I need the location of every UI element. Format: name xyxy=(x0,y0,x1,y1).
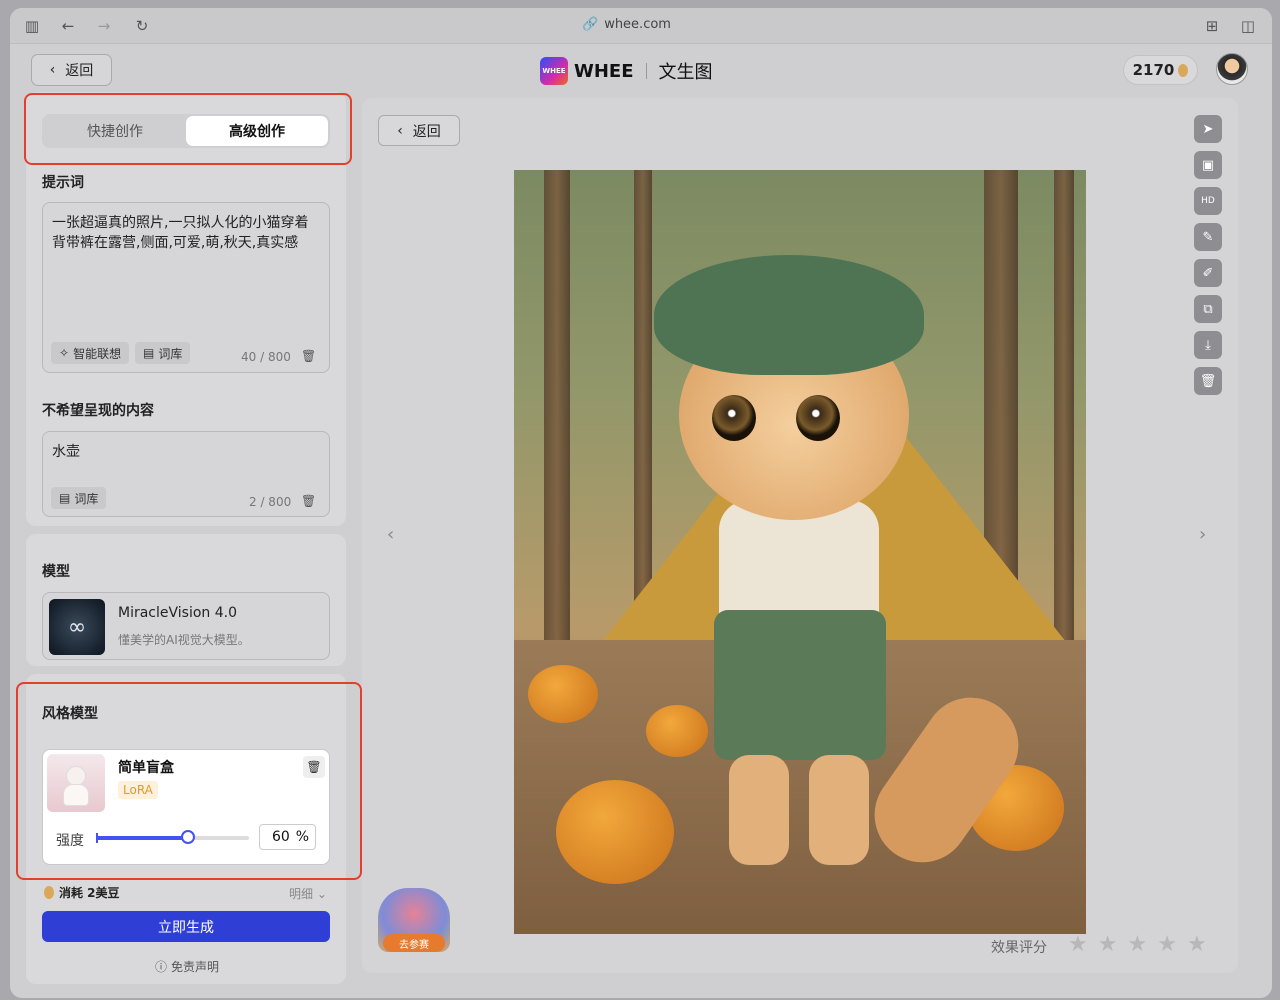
extension-icon[interactable]: ⊞ xyxy=(1202,16,1222,36)
url-bar[interactable]: 🔗 whee.com xyxy=(582,17,671,32)
hd-icon[interactable]: HD xyxy=(1194,187,1222,215)
negative-char-count: 2 / 800 xyxy=(249,495,292,509)
model-description: 懂美学的AI视觉大模型。 xyxy=(118,633,250,647)
cost-text: 消耗 2美豆 xyxy=(59,886,120,900)
lexicon-label: 词库 xyxy=(74,491,99,506)
star-icon[interactable]: ★ xyxy=(1098,934,1118,956)
disclaimer-label: 免责声明 xyxy=(171,960,220,974)
forward-arrow-icon[interactable]: → xyxy=(94,16,114,36)
negative-prompt-label: 不希望呈现的内容 xyxy=(42,403,154,419)
cost-detail-link[interactable]: 明细 ⌄ xyxy=(289,885,327,902)
star-icon[interactable]: ★ xyxy=(1157,934,1177,956)
image-to-image-icon[interactable]: ▣ xyxy=(1194,151,1222,179)
beans-balance[interactable]: 2170 xyxy=(1123,55,1198,85)
rating-stars: ★ ★ ★ ★ ★ xyxy=(1068,934,1207,956)
back-button[interactable]: ‹ 返回 xyxy=(31,54,112,86)
tree-trunk xyxy=(544,170,570,640)
negative-prompt-text: 水壶 xyxy=(52,444,80,460)
activity-badge[interactable]: 去参赛 xyxy=(383,934,445,952)
pumpkin xyxy=(556,780,674,884)
prev-image-icon[interactable]: ‹ xyxy=(387,524,394,545)
cat-leg xyxy=(729,755,789,865)
bean-icon xyxy=(1178,63,1189,77)
avatar[interactable] xyxy=(1216,53,1248,85)
prompt-text: 一张超逼真的照片,一只拟人化的小猫穿着背带裤在露营,侧面,可爱,萌,秋天,真实感 xyxy=(52,215,309,251)
book-icon: ▤ xyxy=(143,346,155,360)
cat-hat xyxy=(654,255,924,375)
negative-lexicon-button[interactable]: ▤ 词库 xyxy=(51,487,107,509)
trash-icon[interactable]: 🗑 xyxy=(301,349,316,363)
chevron-down-icon: ⌄ xyxy=(316,887,327,901)
image-tools: ➤ ▣ HD ✎ ✐ ⧉ ⤓ 🗑 xyxy=(1194,115,1222,403)
highlight-box-tabs xyxy=(24,93,352,165)
back-arrow-icon[interactable]: ← xyxy=(58,16,78,36)
back-button-label: 返回 xyxy=(65,63,94,79)
cat-leg xyxy=(809,755,869,865)
expand-icon[interactable]: ⧉ xyxy=(1194,295,1222,323)
app-header: ‹ 返回 WHEE WHEE 文生图 2170 xyxy=(10,44,1272,98)
star-icon[interactable]: ★ xyxy=(1127,934,1147,956)
chevron-left-icon: ‹ xyxy=(397,122,403,139)
divider xyxy=(645,63,647,79)
brand-logo[interactable]: WHEE WHEE 文生图 xyxy=(540,57,713,85)
prompt-lexicon-button[interactable]: ▤ 词库 xyxy=(135,342,191,364)
reload-icon[interactable]: ↻ xyxy=(132,16,152,36)
highlight-box-style xyxy=(16,682,362,880)
brand-badge: WHEE xyxy=(540,57,568,85)
negative-prompt-textarea[interactable]: 水壶 ▤ 词库 2 / 800 🗑 xyxy=(42,431,330,517)
download-icon[interactable]: ⤓ xyxy=(1194,331,1222,359)
cat-eye xyxy=(712,395,756,441)
split-view-icon[interactable]: ◫ xyxy=(1238,16,1258,36)
prompt-textarea[interactable]: 一张超逼真的照片,一只拟人化的小猫穿着背带裤在露营,侧面,可爱,萌,秋天,真实感… xyxy=(42,202,330,373)
prompt-label: 提示词 xyxy=(42,175,84,191)
prompt-char-count: 40 / 800 xyxy=(241,350,291,364)
brand-name: WHEE xyxy=(574,60,634,82)
lexicon-label: 词库 xyxy=(158,346,183,361)
chevron-left-icon: ‹ xyxy=(49,62,56,78)
sidebar-icon[interactable]: ▥ xyxy=(22,16,42,36)
model-label: 模型 xyxy=(42,564,70,580)
link-icon: 🔗 xyxy=(582,17,599,32)
preview-back-button[interactable]: ‹ 返回 xyxy=(378,115,460,146)
trash-icon[interactable]: 🗑 xyxy=(301,494,316,508)
pumpkin xyxy=(528,665,598,723)
generated-image[interactable] xyxy=(514,170,1086,934)
page-title: 文生图 xyxy=(658,62,713,83)
cost-info: 消耗 2美豆 xyxy=(44,884,120,901)
smart-suggest-label: 智能联想 xyxy=(73,346,122,361)
preview-back-label: 返回 xyxy=(412,123,441,140)
browser-toolbar: ▥ ← → ↻ 🔗 whee.com ⊞ ◫ xyxy=(10,8,1272,44)
cat-eye xyxy=(796,395,840,441)
send-icon[interactable]: ➤ xyxy=(1194,115,1222,143)
model-name: MiracleVision 4.0 xyxy=(118,605,237,621)
book-icon: ▤ xyxy=(59,491,71,505)
bean-icon xyxy=(44,886,54,899)
brush-icon[interactable]: ✎ xyxy=(1194,223,1222,251)
model-selector[interactable]: ∞ MiracleVision 4.0 懂美学的AI视觉大模型。 xyxy=(42,592,330,660)
star-icon[interactable]: ★ xyxy=(1187,934,1207,956)
smart-suggest-button[interactable]: ✧ 智能联想 xyxy=(51,342,130,364)
rating-label: 效果评分 xyxy=(991,940,1047,956)
detail-label: 明细 xyxy=(289,887,314,901)
next-image-icon[interactable]: › xyxy=(1199,524,1206,545)
edit-icon[interactable]: ✐ xyxy=(1194,259,1222,287)
infinity-logo-icon: ∞ xyxy=(49,599,105,655)
pumpkin xyxy=(646,705,708,757)
url-text: whee.com xyxy=(604,17,671,32)
cat-overalls xyxy=(714,610,886,760)
beans-count: 2170 xyxy=(1132,61,1175,79)
star-icon[interactable]: ★ xyxy=(1068,934,1088,956)
magic-wand-icon: ✧ xyxy=(59,346,70,360)
disclaimer-link[interactable]: ⓘ 免责声明 xyxy=(155,958,219,975)
generate-button[interactable]: 立即生成 xyxy=(42,911,330,942)
info-icon: ⓘ xyxy=(155,960,168,974)
delete-icon[interactable]: 🗑 xyxy=(1194,367,1222,395)
